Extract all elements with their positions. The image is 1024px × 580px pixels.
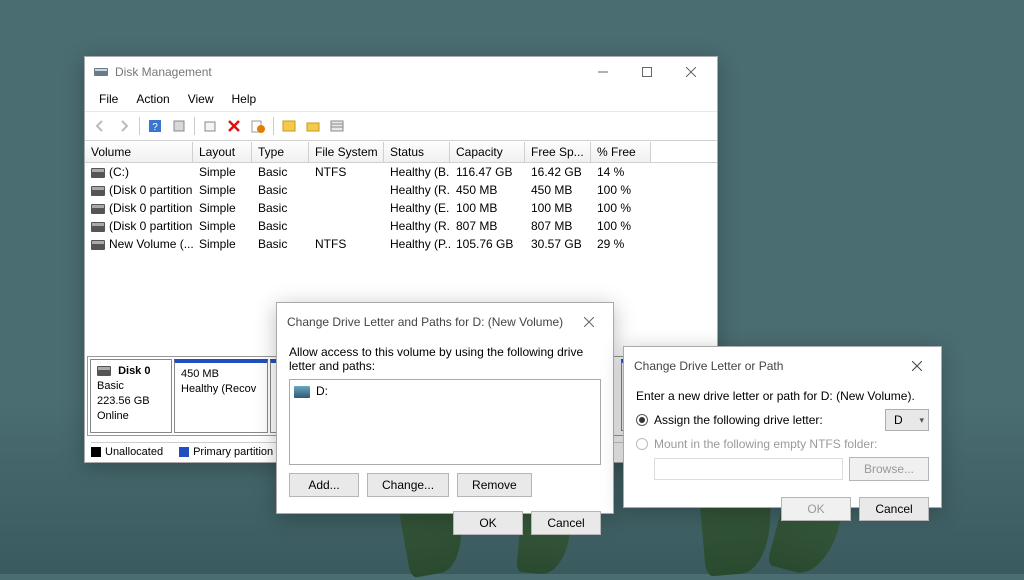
list-icon[interactable]	[326, 115, 348, 137]
browse-button: Browse...	[849, 457, 929, 481]
disk-icon	[97, 366, 111, 376]
list-item[interactable]: D:	[294, 384, 596, 398]
col-freespace[interactable]: Free Sp...	[525, 142, 591, 162]
delete-icon[interactable]	[223, 115, 245, 137]
change-drive-letter-or-path-dialog: Change Drive Letter or Path Enter a new …	[623, 346, 942, 508]
radio-mount-folder[interactable]: Mount in the following empty NTFS folder…	[636, 437, 929, 451]
table-row[interactable]: New Volume (...SimpleBasicNTFSHealthy (P…	[85, 235, 717, 253]
add-button[interactable]: Add...	[289, 473, 359, 497]
radio-icon	[636, 414, 648, 426]
table-row[interactable]: (Disk 0 partition 5)SimpleBasicHealthy (…	[85, 217, 717, 235]
menu-help[interactable]: Help	[224, 89, 265, 109]
radio-icon	[636, 438, 648, 450]
forward-button[interactable]	[113, 115, 135, 137]
cancel-button[interactable]: Cancel	[531, 511, 601, 535]
disk-info[interactable]: Disk 0 Basic 223.56 GB Online	[90, 359, 172, 433]
dialog-title: Change Drive Letter and Paths for D: (Ne…	[287, 315, 575, 329]
properties-icon[interactable]	[199, 115, 221, 137]
titlebar[interactable]: Disk Management	[85, 57, 717, 87]
disk-name: Disk 0	[118, 365, 150, 377]
folder-path-input	[654, 458, 843, 480]
folder-icon[interactable]	[302, 115, 324, 137]
drive-icon	[91, 240, 105, 250]
action-icon[interactable]	[247, 115, 269, 137]
disk-status: Online	[97, 410, 129, 422]
refresh-icon[interactable]: ?	[144, 115, 166, 137]
disk-size: 223.56 GB	[97, 395, 150, 407]
menu-view[interactable]: View	[180, 89, 222, 109]
disk-type: Basic	[97, 380, 124, 392]
col-layout[interactable]: Layout	[193, 142, 252, 162]
dialog-titlebar[interactable]: Change Drive Letter or Path	[624, 347, 941, 385]
volume-list[interactable]: Volume Layout Type File System Status Ca…	[85, 141, 717, 253]
drive-icon	[91, 204, 105, 214]
drive-icon	[91, 186, 105, 196]
column-headers[interactable]: Volume Layout Type File System Status Ca…	[85, 142, 717, 163]
col-status[interactable]: Status	[384, 142, 450, 162]
help-icon[interactable]	[278, 115, 300, 137]
table-row[interactable]: (C:)SimpleBasicNTFSHealthy (B...116.47 G…	[85, 163, 717, 181]
change-button[interactable]: Change...	[367, 473, 449, 497]
chevron-down-icon: ▾	[919, 415, 924, 426]
col-capacity[interactable]: Capacity	[450, 142, 525, 162]
drive-letter-combo[interactable]: D ▾	[885, 409, 929, 431]
ok-button: OK	[781, 497, 851, 521]
col-filesystem[interactable]: File System	[309, 142, 384, 162]
close-button[interactable]	[903, 355, 931, 377]
change-drive-letter-dialog: Change Drive Letter and Paths for D: (Ne…	[276, 302, 614, 514]
ok-button[interactable]: OK	[453, 511, 523, 535]
dialog-instruction: Allow access to this volume by using the…	[289, 345, 601, 373]
close-button[interactable]	[669, 58, 713, 86]
dialog-titlebar[interactable]: Change Drive Letter and Paths for D: (Ne…	[277, 303, 613, 341]
app-icon	[93, 64, 109, 80]
drive-paths-list[interactable]: D:	[289, 379, 601, 465]
menu-file[interactable]: File	[91, 89, 126, 109]
radio-assign-letter[interactable]: Assign the following drive letter: D ▾	[636, 409, 929, 431]
legend-unallocated: Unallocated	[105, 446, 163, 458]
window-title: Disk Management	[115, 65, 581, 79]
menubar: File Action View Help	[85, 87, 717, 112]
cancel-button[interactable]: Cancel	[859, 497, 929, 521]
scan-icon[interactable]	[168, 115, 190, 137]
drive-icon	[294, 386, 310, 398]
close-button[interactable]	[575, 311, 603, 333]
dialog-instruction: Enter a new drive letter or path for D: …	[636, 389, 929, 403]
remove-button[interactable]: Remove	[457, 473, 532, 497]
back-button[interactable]	[89, 115, 111, 137]
table-row[interactable]: (Disk 0 partition 1)SimpleBasicHealthy (…	[85, 181, 717, 199]
drive-icon	[91, 168, 105, 178]
col-percentfree[interactable]: % Free	[591, 142, 651, 162]
svg-text:?: ?	[152, 122, 158, 133]
dialog-title: Change Drive Letter or Path	[634, 359, 903, 373]
toolbar: ?	[85, 112, 717, 141]
menu-action[interactable]: Action	[128, 89, 177, 109]
col-volume[interactable]: Volume	[85, 142, 193, 162]
col-type[interactable]: Type	[252, 142, 309, 162]
maximize-button[interactable]	[625, 58, 669, 86]
drive-icon	[91, 222, 105, 232]
minimize-button[interactable]	[581, 58, 625, 86]
legend-primary: Primary partition	[193, 446, 273, 458]
table-row[interactable]: (Disk 0 partition 2)SimpleBasicHealthy (…	[85, 199, 717, 217]
partition-block[interactable]: 450 MB Healthy (Recov	[174, 359, 268, 433]
